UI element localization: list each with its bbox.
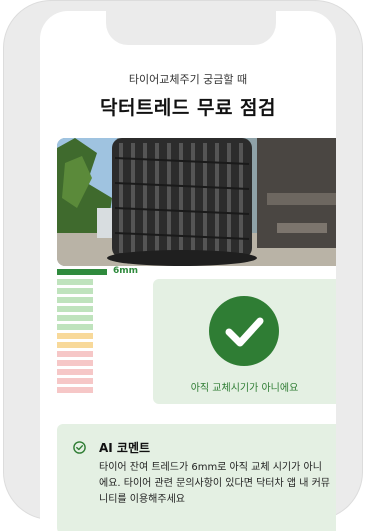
- tire-photo: [57, 138, 336, 266]
- gauge-segment: [57, 315, 93, 321]
- gauge-segment: [57, 387, 93, 393]
- gauge-level-indicator: [57, 269, 107, 275]
- phone-frame: 타이어교체주기 궁금할 때 닥터트레드 무료 점검 6mm 아직 교체시기가 아…: [3, 0, 363, 531]
- gauge-segment: [57, 306, 93, 312]
- page-subtitle: 타이어교체주기 궁금할 때: [128, 73, 248, 86]
- gauge-segment: [57, 297, 93, 303]
- ai-comment-card: AI 코멘트 타이어 잔여 트레드가 6mm로 아직 교체 시기가 아니에요. …: [57, 424, 336, 531]
- page-title: 닥터트레드 무료 점검: [99, 97, 277, 119]
- ai-comment-title: AI 코멘트: [99, 441, 151, 455]
- gauge-segment: [57, 324, 93, 330]
- ai-comment-body: 타이어 잔여 트레드가 6mm로 아직 교체 시기가 아니에요. 타이어 관련 …: [99, 462, 331, 505]
- gauge-segment: [57, 279, 93, 285]
- tread-depth-gauge: 6mm: [57, 266, 139, 399]
- status-text: 아직 교체시기가 아니에요: [190, 383, 299, 394]
- app-screen: 타이어교체주기 궁금할 때 닥터트레드 무료 점검 6mm 아직 교체시기가 아…: [40, 11, 336, 531]
- phone-notch: [106, 11, 276, 45]
- check-outline-icon: [73, 439, 86, 454]
- gauge-segment: [57, 342, 93, 348]
- gauge-segment: [57, 369, 93, 375]
- status-card: 아직 교체시기가 아니에요: [153, 279, 336, 404]
- gauge-segment: [57, 288, 93, 294]
- gauge-segment: [57, 333, 93, 339]
- gauge-segment: [57, 351, 93, 357]
- gauge-segment: [57, 360, 93, 366]
- gauge-segment: [57, 378, 93, 384]
- tread-depth-label: 6mm: [113, 266, 139, 276]
- check-circle-icon: [209, 296, 279, 366]
